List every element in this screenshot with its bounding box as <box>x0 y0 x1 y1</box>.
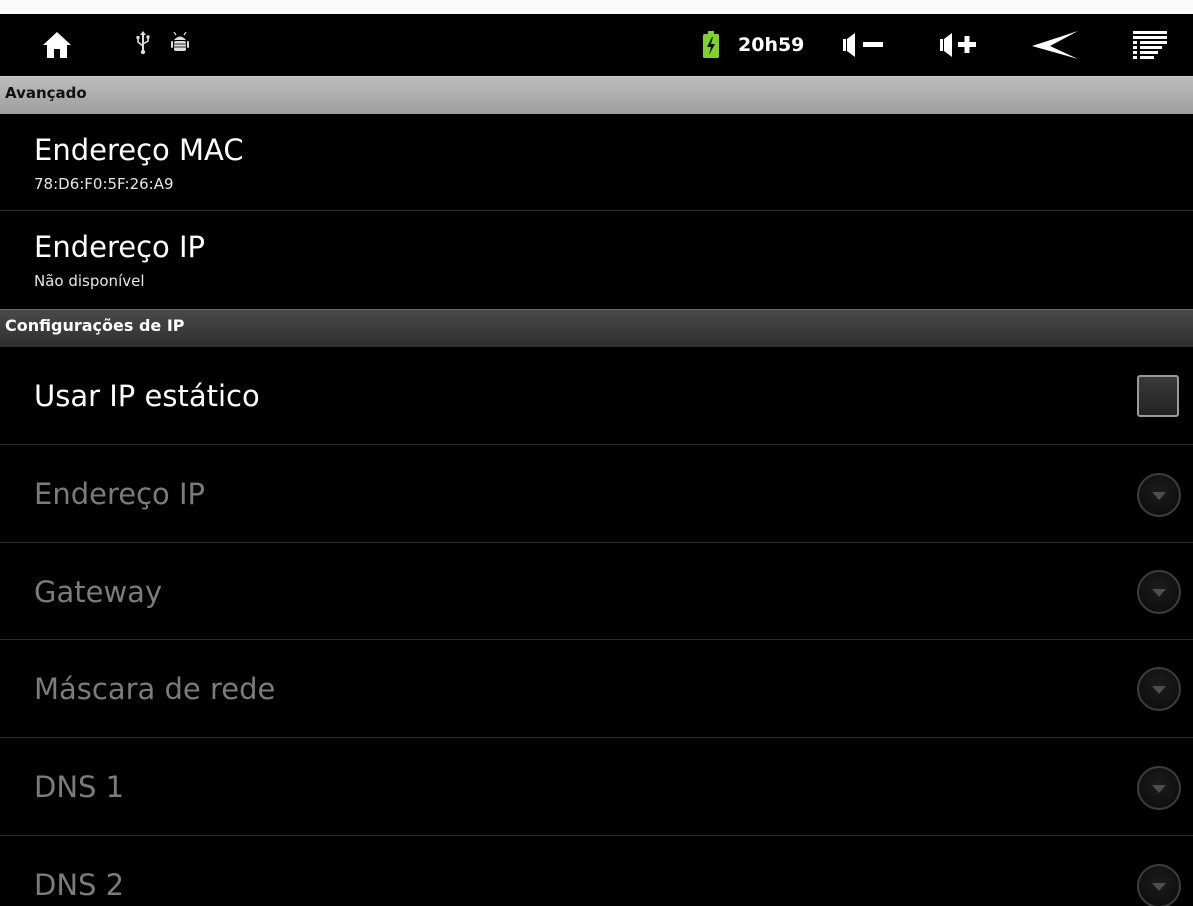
ip-address-value: Não disponível <box>34 272 145 290</box>
gateway-field-row[interactable]: Gateway <box>0 543 1193 640</box>
static-ip-row[interactable]: Usar IP estático <box>0 347 1193 445</box>
home-icon[interactable] <box>40 28 74 62</box>
netmask-field-row[interactable]: Máscara de rede <box>0 640 1193 738</box>
dns1-field-title: DNS 1 <box>34 770 125 804</box>
mac-address-title: Endereço MAC <box>34 133 244 167</box>
section-title: Configurações de IP <box>5 316 185 335</box>
mac-address-value: 78:D6:F0:5F:26:A9 <box>34 175 174 193</box>
dns1-field-row[interactable]: DNS 1 <box>0 738 1193 836</box>
netmask-field-title: Máscara de rede <box>34 672 276 706</box>
usb-icon <box>134 30 152 56</box>
gateway-field-title: Gateway <box>34 575 163 609</box>
battery-charging-icon <box>703 31 719 58</box>
settings-screen: 20h59 Avançado Endereço MAC 78:D6:F0:5F:… <box>0 14 1193 906</box>
static-ip-checkbox[interactable] <box>1137 375 1179 417</box>
chevron-down-icon[interactable] <box>1137 667 1181 711</box>
android-debug-icon <box>170 32 190 54</box>
ip-address-field-row[interactable]: Endereço IP <box>0 445 1193 543</box>
section-header-ip-settings: Configurações de IP <box>0 309 1193 347</box>
ip-address-field-title: Endereço IP <box>34 477 206 511</box>
ip-address-title: Endereço IP <box>34 230 206 264</box>
back-icon[interactable] <box>1030 30 1080 60</box>
dns2-field-title: DNS 2 <box>34 868 125 902</box>
section-header-advanced: Avançado <box>0 76 1193 114</box>
chevron-down-icon[interactable] <box>1137 473 1181 517</box>
menu-icon[interactable] <box>1130 29 1170 63</box>
volume-up-icon[interactable] <box>938 30 984 60</box>
status-bar: 20h59 <box>0 14 1193 76</box>
chevron-down-icon[interactable] <box>1137 570 1181 614</box>
chevron-down-icon[interactable] <box>1137 864 1181 906</box>
ip-address-info-row: Endereço IP Não disponível <box>0 211 1193 309</box>
volume-down-icon[interactable] <box>841 30 887 60</box>
section-title: Avançado <box>5 84 87 102</box>
static-ip-title: Usar IP estático <box>34 379 260 413</box>
chevron-down-icon[interactable] <box>1137 766 1181 810</box>
dns2-field-row[interactable]: DNS 2 <box>0 836 1193 906</box>
mac-address-row: Endereço MAC 78:D6:F0:5F:26:A9 <box>0 114 1193 211</box>
clock-time: 20h59 <box>738 34 805 56</box>
